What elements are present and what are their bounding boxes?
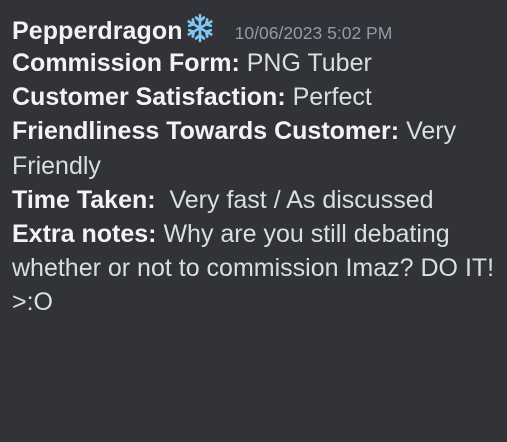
field-value: PNG Tuber [246, 49, 372, 77]
field-time-taken: Time Taken: Very fast / As discussed [12, 183, 497, 217]
field-value: Very fast / As discussed [169, 185, 434, 214]
chat-message: Pepperdragon 10/06/2023 5:02 PM Commissi… [0, 0, 507, 442]
username[interactable]: Pepperdragon [12, 17, 183, 46]
message-timestamp[interactable]: 10/06/2023 5:02 PM [235, 23, 393, 44]
snowflake-icon [185, 13, 215, 43]
field-label: Time Taken: [12, 185, 156, 214]
message-content: Commission Form: PNG Tuber Customer Sati… [12, 46, 497, 320]
field-label: Friendliness Towards Customer: [12, 117, 400, 146]
field-value: Perfect [292, 83, 372, 112]
field-label: Commission Form: [12, 49, 240, 77]
message-header: Pepperdragon 10/06/2023 5:02 PM [12, 9, 495, 46]
field-customer-satisfaction: Customer Satisfaction: Perfect [12, 80, 497, 114]
field-commission-form: Commission Form: PNG Tuber [12, 46, 497, 80]
field-extra-notes: Extra notes: Why are you still debating … [12, 217, 497, 320]
field-label: Extra notes: [12, 220, 157, 249]
field-friendliness: Friendliness Towards Customer: Very Frie… [12, 114, 497, 182]
field-label: Customer Satisfaction: [12, 83, 286, 112]
